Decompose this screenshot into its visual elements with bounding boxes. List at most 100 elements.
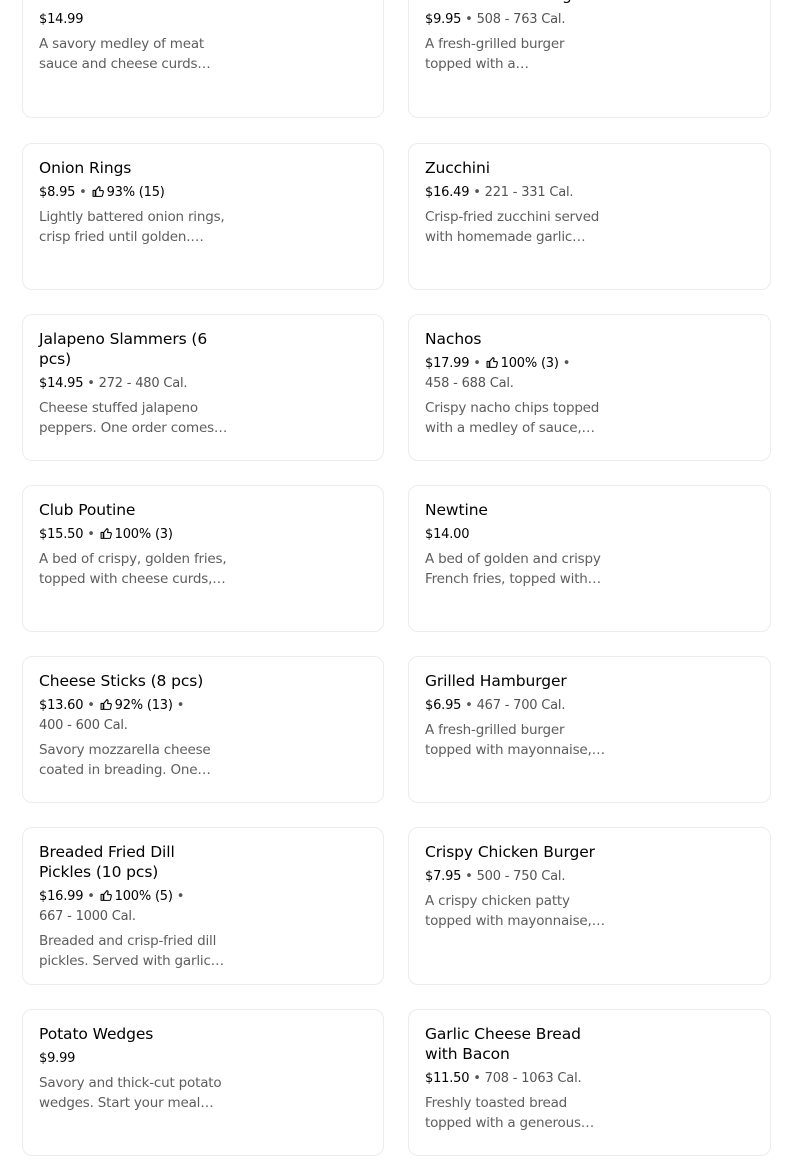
menu-item-card[interactable]: Potato Wedges $9.99 Savory and thick-cut p… xyxy=(22,1009,384,1156)
menu-item-meta: $9.99 xyxy=(39,1049,229,1069)
menu-item-rating: 92% (13) xyxy=(114,698,173,713)
menu-item-price: $14.99 xyxy=(39,12,84,27)
menu-item-rating: 100% (3) xyxy=(114,527,173,542)
meta-separator: • xyxy=(465,698,473,713)
thumbs-up-icon xyxy=(100,890,112,901)
menu-item-content: Onion Rings $8.95 • 93% (15) Lightly batte… xyxy=(39,158,229,247)
meta-separator: • xyxy=(87,376,95,391)
menu-item-card[interactable]: Nachos $17.99 • 100% (3) • 458 - 688 Cal.… xyxy=(408,314,771,461)
meta-separator: • xyxy=(87,889,95,904)
meta-separator: • xyxy=(465,869,473,884)
menu-item-card[interactable]: Cheese Sticks (8 pcs) $13.60 • 92% (13) •… xyxy=(22,656,384,803)
menu-item-content: Italian Poutine $14.99 A savory medley of … xyxy=(39,0,229,74)
menu-item-content: Garlic Cheese Bread with Bacon $11.50 • 7… xyxy=(425,1024,605,1133)
menu-item-calories: 500 - 750 Cal. xyxy=(476,869,566,884)
menu-item-rating: 93% (15) xyxy=(106,185,165,200)
menu-item-calories: 708 - 1063 Cal. xyxy=(484,1071,582,1086)
menu-item-name: Crispy Chicken Burger xyxy=(425,843,595,861)
menu-item-price: $17.99 xyxy=(425,356,470,371)
menu-item-content: Grilled Hamburger $6.95 • 467 - 700 Cal. A… xyxy=(425,671,605,760)
menu-item-description: A crispy chicken patty topped with mayon… xyxy=(425,893,605,929)
menu-item-price: $9.95 xyxy=(425,12,462,27)
menu-item-price: $14.00 xyxy=(425,527,470,542)
menu-item-card[interactable]: Grilled Cheeseburger $9.95 • 508 - 763 Ca… xyxy=(408,0,771,118)
thumbs-up-icon xyxy=(92,186,104,197)
menu-item-price: $8.95 xyxy=(39,185,76,200)
menu-item-name: Potato Wedges xyxy=(39,1025,154,1043)
menu-item-calories: 667 - 1000 Cal. xyxy=(39,909,136,924)
thumbs-up-icon xyxy=(100,528,112,539)
menu-item-description: A bed of golden and crispy French fries,… xyxy=(425,551,601,587)
menu-item-description: Breaded and crisp-fried dill pickles. Se… xyxy=(39,933,224,969)
menu-item-rating: 100% (3) xyxy=(500,356,559,371)
menu-item-price: $7.95 xyxy=(425,869,462,884)
menu-item-card[interactable]: Zucchini $16.49 • 221 - 331 Cal. Crisp-fri… xyxy=(408,143,771,290)
menu-item-calories: 221 - 331 Cal. xyxy=(484,185,574,200)
menu-item-meta: $6.95 • 467 - 700 Cal. xyxy=(425,696,605,716)
menu-item-content: Breaded Fried Dill Pickles (10 pcs) $16.9… xyxy=(39,842,229,971)
meta-separator: • xyxy=(473,185,481,200)
menu-item-card[interactable]: Italian Poutine $14.99 A savory medley of … xyxy=(22,0,384,118)
menu-item-content: Potato Wedges $9.99 Savory and thick-cut p… xyxy=(39,1024,229,1113)
menu-item-content: Newtine $14.00 A bed of golden and crispy … xyxy=(425,500,605,589)
menu-item-name: Zucchini xyxy=(425,159,490,177)
menu-item-name: Grilled Hamburger xyxy=(425,672,567,690)
menu-item-description: Cheese stuffed jalapeno peppers. One ord… xyxy=(39,400,228,436)
menu-item-card[interactable]: Garlic Cheese Bread with Bacon $11.50 • 7… xyxy=(408,1009,771,1156)
menu-item-name: Club Poutine xyxy=(39,501,136,519)
meta-separator: • xyxy=(176,889,185,904)
menu-item-content: Nachos $17.99 • 100% (3) • 458 - 688 Cal.… xyxy=(425,329,605,438)
menu-item-meta: $11.50 • 708 - 1063 Cal. xyxy=(425,1069,605,1089)
menu-item-card[interactable]: Club Poutine $15.50 • 100% (3) A bed of cr… xyxy=(22,485,384,632)
menu-item-name: Nachos xyxy=(425,330,482,348)
menu-item-meta: $13.60 • 92% (13) • 400 - 600 Cal. xyxy=(39,696,229,736)
menu-item-description: A fresh-grilled burger topped with mayon… xyxy=(425,722,605,758)
menu-item-description: A savory medley of meat sauce and cheese… xyxy=(39,36,211,72)
menu-item-price: $6.95 xyxy=(425,698,462,713)
meta-separator: • xyxy=(176,698,185,713)
menu-item-name: Italian Poutine xyxy=(39,0,229,5)
menu-item-content: Crispy Chicken Burger $7.95 • 500 - 750 C… xyxy=(425,842,605,931)
menu-item-meta: $14.00 xyxy=(425,525,605,545)
menu-item-description: A bed of crispy, golden fries, topped wi… xyxy=(39,551,227,587)
menu-item-calories: 458 - 688 Cal. xyxy=(425,376,514,391)
menu-item-rating: 100% (5) xyxy=(114,889,173,904)
meta-separator: • xyxy=(79,185,87,200)
menu-item-price: $9.99 xyxy=(39,1051,76,1066)
menu-item-meta: $14.95 • 272 - 480 Cal. xyxy=(39,374,229,394)
menu-item-name: Onion Rings xyxy=(39,159,132,177)
menu-item-price: $16.49 xyxy=(425,185,470,200)
menu-item-meta: $16.49 • 221 - 331 Cal. xyxy=(425,183,605,203)
menu-item-grid: Italian Poutine $14.99 A savory medley of … xyxy=(0,0,804,1160)
menu-item-description: Crispy nacho chips topped with a medley … xyxy=(425,400,600,436)
menu-item-content: Cheese Sticks (8 pcs) $13.60 • 92% (13) •… xyxy=(39,671,229,780)
menu-item-price: $16.99 xyxy=(39,889,84,904)
menu-item-description: Savory mozzarella cheese coated in bread… xyxy=(39,742,211,778)
menu-item-content: Grilled Cheeseburger $9.95 • 508 - 763 Ca… xyxy=(425,0,605,74)
menu-item-card[interactable]: Grilled Hamburger $6.95 • 467 - 700 Cal. A… xyxy=(408,656,771,803)
menu-item-price: $14.95 xyxy=(39,376,84,391)
menu-item-meta: $8.95 • 93% (15) xyxy=(39,183,229,203)
menu-item-name: Garlic Cheese Bread with Bacon xyxy=(425,1025,581,1063)
menu-item-card[interactable]: Jalapeno Slammers (6 pcs) $14.95 • 272 - … xyxy=(22,314,384,461)
meta-separator: • xyxy=(473,1071,481,1086)
menu-item-price: $13.60 xyxy=(39,698,84,713)
menu-item-calories: 467 - 700 Cal. xyxy=(476,698,566,713)
menu-item-price: $15.50 xyxy=(39,527,84,542)
menu-item-name: Jalapeno Slammers (6 pcs) xyxy=(39,330,208,368)
meta-separator: • xyxy=(87,527,95,542)
menu-item-name: Grilled Cheeseburger xyxy=(425,0,605,5)
menu-item-card[interactable]: Newtine $14.00 A bed of golden and crispy … xyxy=(408,485,771,632)
meta-separator: • xyxy=(562,356,571,371)
menu-item-meta: $7.95 • 500 - 750 Cal. xyxy=(425,867,605,887)
menu-item-meta: $17.99 • 100% (3) • 458 - 688 Cal. xyxy=(425,354,605,394)
menu-item-card[interactable]: Onion Rings $8.95 • 93% (15) Lightly batte… xyxy=(22,143,384,290)
meta-separator: • xyxy=(473,356,481,371)
menu-item-card[interactable]: Breaded Fried Dill Pickles (10 pcs) $16.9… xyxy=(22,827,384,985)
menu-item-name: Cheese Sticks (8 pcs) xyxy=(39,672,204,690)
menu-item-content: Club Poutine $15.50 • 100% (3) A bed of cr… xyxy=(39,500,229,589)
menu-item-price: $11.50 xyxy=(425,1071,470,1086)
menu-item-calories: 508 - 763 Cal. xyxy=(476,12,566,27)
menu-item-card[interactable]: Crispy Chicken Burger $7.95 • 500 - 750 C… xyxy=(408,827,771,985)
menu-item-meta: $14.99 xyxy=(39,10,229,30)
